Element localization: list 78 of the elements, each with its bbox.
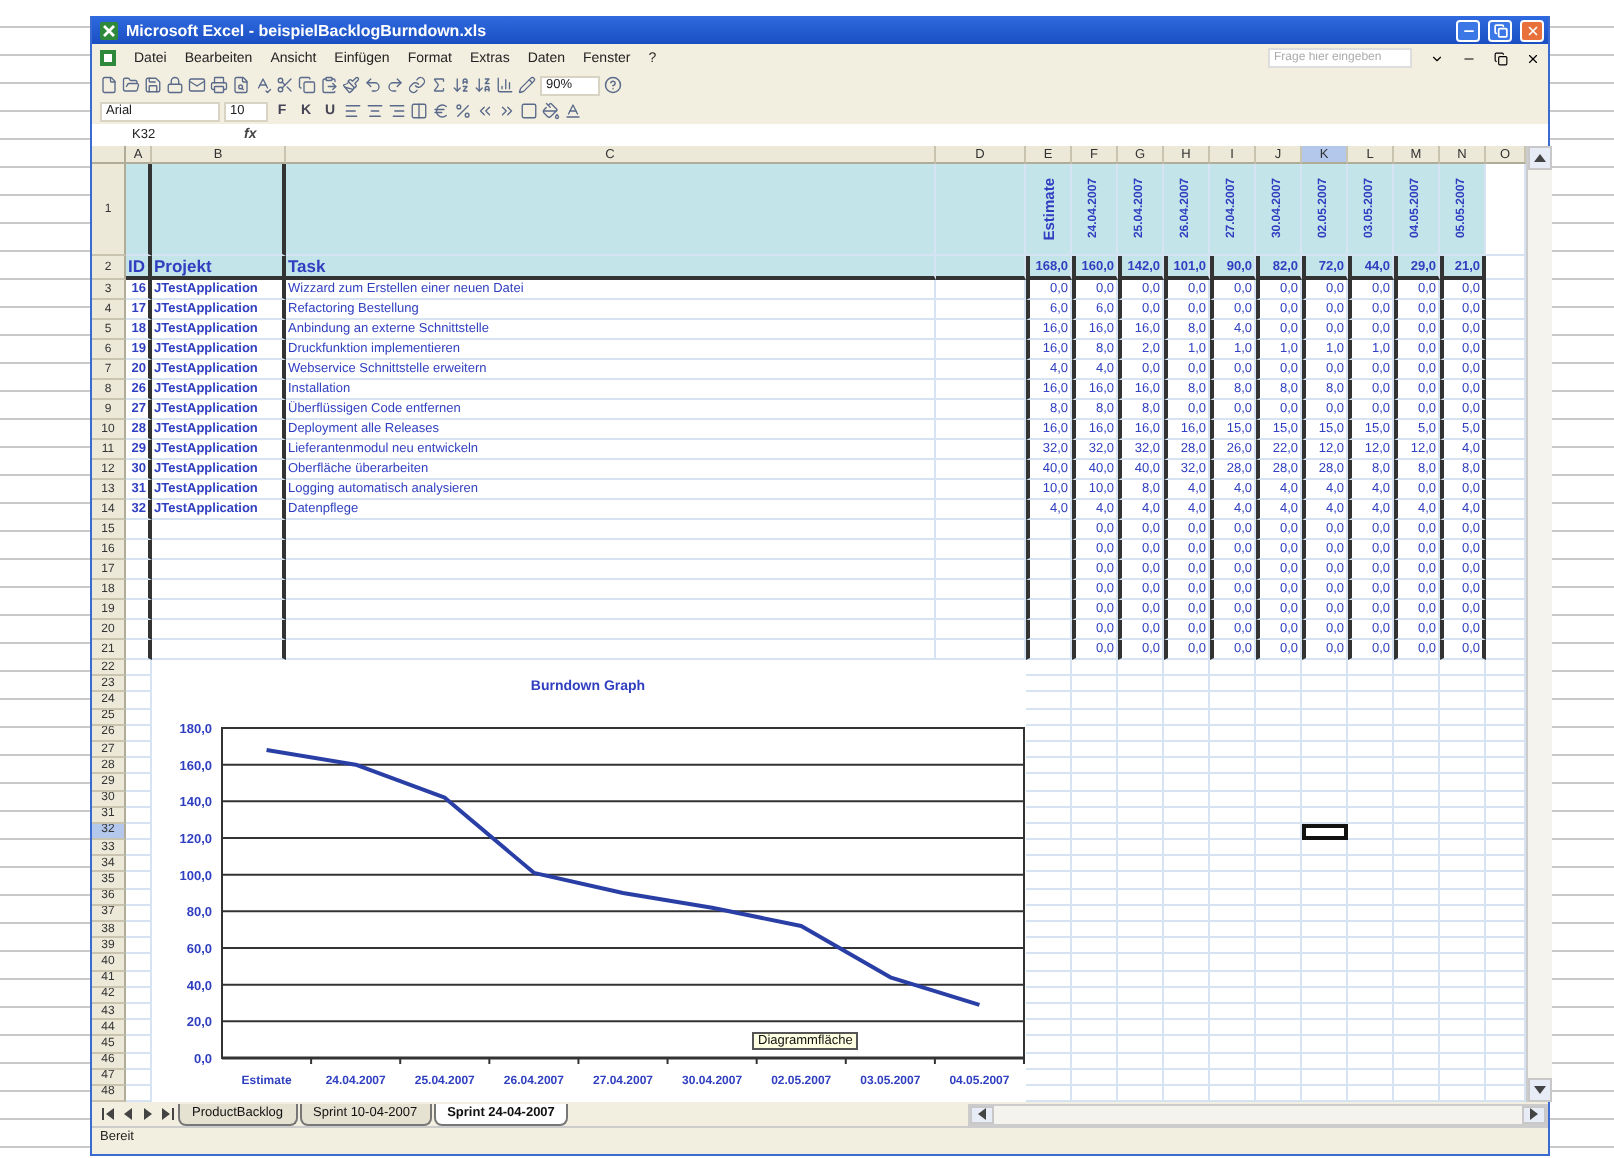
left-arrow-icon: [121, 1108, 133, 1121]
table-cell[interactable]: [126, 560, 152, 580]
window-title: Microsoft Excel - beispielBacklogBurndown.xls: [126, 21, 489, 39]
table-cell[interactable]: [152, 580, 286, 600]
table-cell[interactable]: [126, 540, 152, 560]
table-cell[interactable]: Projekt: [152, 256, 286, 280]
cut-icon[interactable]: [276, 76, 294, 94]
scroll-down-button[interactable]: [1528, 1078, 1552, 1103]
align-center-icon[interactable]: [366, 102, 384, 120]
open-folder-icon[interactable]: [122, 76, 140, 94]
link-icon[interactable]: [408, 76, 426, 94]
table-cell[interactable]: [126, 580, 152, 600]
table-cell[interactable]: [126, 640, 152, 660]
euro-icon[interactable]: [432, 102, 450, 120]
close-icon: [1525, 23, 1539, 37]
table-cell[interactable]: [126, 620, 152, 640]
spell-check-icon[interactable]: [254, 76, 272, 94]
table-cell[interactable]: [152, 540, 286, 560]
right-arrow-icon: [141, 1108, 153, 1121]
table-cell[interactable]: [126, 164, 152, 256]
merge-cells-icon[interactable]: [410, 102, 428, 120]
pencil-icon[interactable]: [518, 76, 536, 94]
table-cell[interactable]: [126, 600, 152, 620]
scroll-up-button[interactable]: [1528, 146, 1552, 170]
table-cell[interactable]: [152, 520, 286, 540]
app-icon: [100, 21, 118, 39]
redo-icon[interactable]: [386, 76, 404, 94]
first-sheet-button[interactable]: [98, 1105, 116, 1124]
table-cell[interactable]: [152, 164, 286, 256]
fill-color-icon[interactable]: [542, 102, 560, 120]
table-cell[interactable]: [126, 520, 152, 540]
right-arrow-icon: [1528, 1108, 1540, 1121]
undo-icon[interactable]: [364, 76, 382, 94]
table-cell[interactable]: [152, 560, 286, 580]
align-right-icon[interactable]: [388, 102, 406, 120]
minimize-button[interactable]: [1456, 19, 1480, 41]
last-icon: [161, 1108, 173, 1121]
lock-icon[interactable]: [166, 76, 184, 94]
sort-ascending-icon[interactable]: [452, 76, 470, 94]
workbook-icon[interactable]: [100, 50, 116, 66]
new-file-icon[interactable]: [100, 76, 118, 94]
decrease-indent-icon[interactable]: [476, 102, 494, 120]
sum-icon[interactable]: [430, 76, 448, 94]
border-icon[interactable]: [520, 102, 538, 120]
down-arrow-icon: [1534, 1084, 1546, 1097]
select-all-button[interactable]: [92, 146, 126, 164]
print-icon[interactable]: [210, 76, 228, 94]
font-color-icon[interactable]: [564, 102, 582, 120]
percent-icon[interactable]: [454, 102, 472, 120]
last-sheet-button[interactable]: [158, 1105, 176, 1124]
table-cell[interactable]: [152, 600, 286, 620]
scroll-right-button[interactable]: [1522, 1105, 1546, 1124]
increase-indent-icon[interactable]: [498, 102, 516, 120]
paintbrush-icon[interactable]: [342, 76, 360, 94]
paste-icon[interactable]: [320, 76, 338, 94]
first-icon: [101, 1108, 113, 1121]
preview-icon[interactable]: [232, 76, 250, 94]
table-cell[interactable]: [152, 620, 286, 640]
close-button[interactable]: [1520, 19, 1544, 41]
scroll-left-button[interactable]: [970, 1105, 994, 1124]
restore-icon[interactable]: [1494, 51, 1508, 65]
align-left-icon[interactable]: [344, 102, 362, 120]
copy-icon[interactable]: [298, 76, 316, 94]
left-arrow-icon: [976, 1108, 988, 1121]
dropdown-icon[interactable]: [1430, 51, 1444, 65]
table-cell[interactable]: Task: [286, 256, 936, 280]
table-cell[interactable]: ID: [126, 256, 152, 280]
help-icon[interactable]: [604, 76, 622, 94]
next-sheet-button[interactable]: [138, 1105, 156, 1124]
up-arrow-icon: [1534, 152, 1546, 164]
restore-icon: [1493, 23, 1507, 37]
sort-descending-icon[interactable]: [474, 76, 492, 94]
table-cell[interactable]: [152, 640, 286, 660]
close-icon[interactable]: [1526, 51, 1540, 65]
bar-chart-icon[interactable]: [496, 76, 514, 94]
restore-button[interactable]: [1488, 19, 1512, 41]
save-icon[interactable]: [144, 76, 162, 94]
mail-icon[interactable]: [188, 76, 206, 94]
